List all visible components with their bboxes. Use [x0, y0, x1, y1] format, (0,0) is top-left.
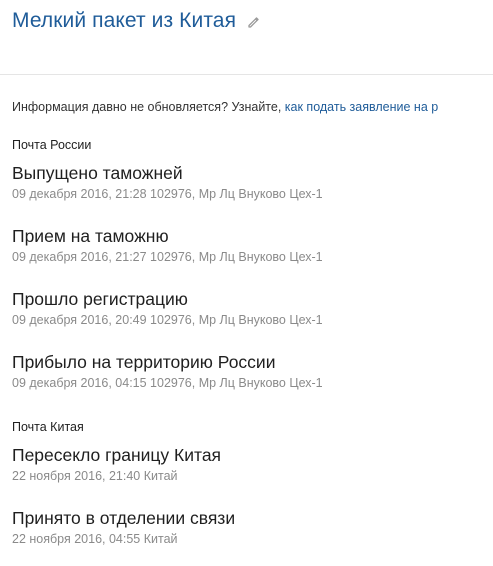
tracking-event: Выпущено таможней 09 декабря 2016, 21:28…: [12, 162, 482, 201]
tracking-event: Прием на таможню 09 декабря 2016, 21:27 …: [12, 225, 482, 264]
event-title: Пересекло границу Китая: [12, 445, 222, 465]
event-detail: 22 ноября 2016, 04:55 Китай: [12, 532, 178, 546]
section-title-russian-post: Почта России: [12, 138, 92, 152]
tracking-event: Принято в отделении связи 22 ноября 2016…: [12, 507, 482, 546]
tracking-event: Пересекло границу Китая 22 ноября 2016, …: [12, 444, 482, 483]
event-title: Прибыло на территорию России: [12, 352, 276, 372]
event-detail: 09 декабря 2016, 04:15 102976, Мр Лц Вну…: [12, 376, 323, 390]
tracking-event: Прибыло на территорию России 09 декабря …: [12, 351, 482, 390]
event-title: Принято в отделении связи: [12, 508, 236, 528]
section-title-china-post: Почта Китая: [12, 420, 84, 434]
page-title: Мелкий пакет из Китая: [12, 9, 237, 32]
page-header: Мелкий пакет из Китая: [12, 7, 262, 35]
event-detail: 09 декабря 2016, 21:28 102976, Мр Лц Вну…: [12, 187, 323, 201]
event-title: Прием на таможню: [12, 226, 169, 246]
tracking-event: Прошло регистрацию 09 декабря 2016, 20:4…: [12, 288, 482, 327]
event-title: Выпущено таможней: [12, 163, 183, 183]
header-divider: [0, 74, 493, 75]
notice-text: Информация давно не обновляется? Узнайте…: [12, 100, 285, 114]
event-detail: 09 декабря 2016, 21:27 102976, Мр Лц Вну…: [12, 250, 323, 264]
pencil-icon[interactable]: [246, 14, 262, 30]
event-title: Прошло регистрацию: [12, 289, 188, 309]
update-notice: Информация давно не обновляется? Узнайте…: [12, 100, 493, 114]
event-detail: 09 декабря 2016, 20:49 102976, Мр Лц Вну…: [12, 313, 323, 327]
application-link[interactable]: как подать заявление на р: [285, 100, 438, 114]
event-detail: 22 ноября 2016, 21:40 Китай: [12, 469, 178, 483]
